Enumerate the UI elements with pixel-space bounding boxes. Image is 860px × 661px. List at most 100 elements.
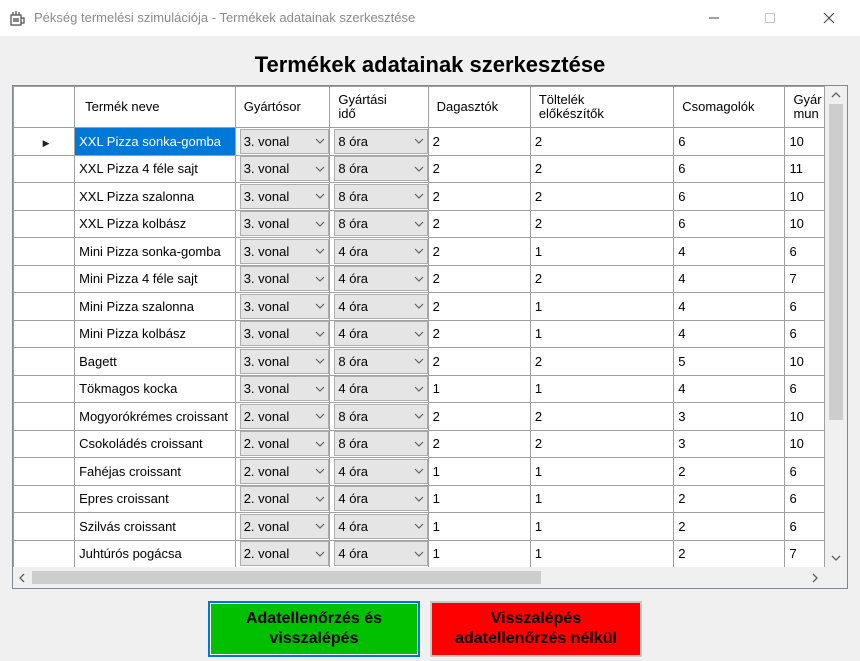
dropdown-arrow[interactable] bbox=[409, 404, 427, 428]
cell-toltelek[interactable]: 2 bbox=[529, 347, 675, 376]
cell-gyar[interactable]: 7 bbox=[784, 539, 825, 567]
dropdown-arrow[interactable] bbox=[311, 349, 328, 373]
cell-gyar[interactable]: 6 bbox=[784, 512, 825, 541]
column-header-line[interactable]: Gyártósor bbox=[234, 86, 331, 128]
cell-toltelek[interactable]: 2 bbox=[529, 154, 675, 183]
cell-dagasztok[interactable]: 1 bbox=[427, 374, 531, 403]
row-selector[interactable] bbox=[13, 512, 76, 541]
row-selector[interactable] bbox=[13, 429, 76, 458]
dropdown-arrow[interactable] bbox=[311, 459, 328, 483]
cell-production-line[interactable]: 2. vonal bbox=[234, 429, 331, 458]
cell-csomagolok[interactable]: 6 bbox=[673, 154, 786, 183]
scroll-right-button[interactable] bbox=[806, 567, 824, 588]
cell-dagasztok[interactable]: 2 bbox=[427, 182, 531, 211]
cell-product-name[interactable]: Epres croissant bbox=[74, 484, 236, 513]
table-row[interactable]: Mini Pizza sonka-gomba 3. vonal 4 óra 2 1 4 6 bbox=[13, 237, 825, 266]
table-row[interactable]: ▶ XXL Pizza sonka-gomba 3. vonal 8 óra 2 2 6 10 bbox=[13, 127, 825, 156]
table-row[interactable]: Mini Pizza kolbász 3. vonal 4 óra 2 1 4 6 bbox=[13, 319, 825, 348]
table-row[interactable]: Mini Pizza 4 féle sajt 3. vonal 4 óra 2 2 4 7 bbox=[13, 264, 825, 293]
cell-toltelek[interactable]: 1 bbox=[529, 484, 675, 513]
cell-gyar[interactable]: 10 bbox=[784, 429, 825, 458]
dropdown-arrow[interactable] bbox=[409, 487, 427, 511]
column-header-time[interactable]: Gyártási idő bbox=[329, 86, 429, 128]
cell-production-time[interactable]: 4 óra bbox=[329, 292, 429, 321]
cell-product-name[interactable]: XXL Pizza sonka-gomba bbox=[74, 127, 236, 156]
table-row[interactable]: XXL Pizza 4 féle sajt 3. vonal 8 óra 2 2 6 11 bbox=[13, 154, 825, 183]
cell-production-line[interactable]: 2. vonal bbox=[234, 512, 331, 541]
products-grid[interactable]: Termék neve Gyártósor Gyártási idő Dagas… bbox=[12, 85, 848, 589]
dropdown-arrow[interactable] bbox=[409, 294, 427, 318]
cell-production-time[interactable]: 8 óra bbox=[329, 154, 429, 183]
back-without-validation-button[interactable]: Visszalépés adatellenőrzés nélkül bbox=[430, 601, 642, 657]
table-row[interactable]: XXL Pizza szalonna 3. vonal 8 óra 2 2 6 10 bbox=[13, 182, 825, 211]
cell-csomagolok[interactable]: 2 bbox=[673, 512, 786, 541]
dropdown-arrow[interactable] bbox=[409, 459, 427, 483]
cell-dagasztok[interactable]: 2 bbox=[427, 237, 531, 266]
vertical-scrollbar[interactable] bbox=[825, 86, 847, 567]
cell-csomagolok[interactable]: 4 bbox=[673, 237, 786, 266]
dropdown-arrow[interactable] bbox=[311, 542, 328, 566]
cell-production-line[interactable]: 3. vonal bbox=[234, 319, 331, 348]
table-row[interactable]: Csokoládés croissant 2. vonal 8 óra 2 2 3 10 bbox=[13, 429, 825, 458]
cell-dagasztok[interactable]: 1 bbox=[427, 457, 531, 486]
cell-toltelek[interactable]: 2 bbox=[529, 209, 675, 238]
dropdown-arrow[interactable] bbox=[409, 157, 427, 181]
row-selector[interactable] bbox=[13, 539, 76, 567]
dropdown-arrow[interactable] bbox=[311, 184, 328, 208]
dropdown-arrow[interactable] bbox=[409, 514, 427, 538]
dropdown-arrow[interactable] bbox=[311, 487, 328, 511]
cell-production-time[interactable]: 8 óra bbox=[329, 209, 429, 238]
dropdown-arrow[interactable] bbox=[311, 239, 328, 263]
cell-production-line[interactable]: 3. vonal bbox=[234, 154, 331, 183]
cell-product-name[interactable]: Mini Pizza 4 féle sajt bbox=[74, 264, 236, 293]
cell-dagasztok[interactable]: 2 bbox=[427, 127, 531, 156]
table-row[interactable]: Fahéjas croissant 2. vonal 4 óra 1 1 2 6 bbox=[13, 457, 825, 486]
table-row[interactable]: Szilvás croissant 2. vonal 4 óra 1 1 2 6 bbox=[13, 512, 825, 541]
cell-production-line[interactable]: 2. vonal bbox=[234, 484, 331, 513]
cell-toltelek[interactable]: 2 bbox=[529, 429, 675, 458]
cell-production-time[interactable]: 8 óra bbox=[329, 347, 429, 376]
row-selector[interactable] bbox=[13, 374, 76, 403]
cell-dagasztok[interactable]: 2 bbox=[427, 319, 531, 348]
cell-gyar[interactable]: 6 bbox=[784, 237, 825, 266]
cell-csomagolok[interactable]: 6 bbox=[673, 182, 786, 211]
dropdown-arrow[interactable] bbox=[409, 267, 427, 291]
column-header-name[interactable]: Termék neve bbox=[74, 86, 236, 128]
row-selector[interactable] bbox=[13, 347, 76, 376]
validate-and-back-button[interactable]: Adatellenőrzés és visszalépés bbox=[208, 601, 420, 657]
cell-production-time[interactable]: 4 óra bbox=[329, 512, 429, 541]
cell-product-name[interactable]: Tökmagos kocka bbox=[74, 374, 236, 403]
dropdown-arrow[interactable] bbox=[311, 404, 328, 428]
cell-toltelek[interactable]: 1 bbox=[529, 319, 675, 348]
cell-toltelek[interactable]: 1 bbox=[529, 539, 675, 567]
vertical-scroll-thumb[interactable] bbox=[829, 104, 843, 420]
dropdown-arrow[interactable] bbox=[311, 432, 328, 456]
column-header-toltelek[interactable]: Töltelék előkészítők bbox=[529, 86, 675, 128]
cell-dagasztok[interactable]: 2 bbox=[427, 154, 531, 183]
cell-product-name[interactable]: Fahéjas croissant bbox=[74, 457, 236, 486]
cell-gyar[interactable]: 10 bbox=[784, 209, 825, 238]
cell-production-time[interactable]: 4 óra bbox=[329, 237, 429, 266]
cell-production-time[interactable]: 8 óra bbox=[329, 182, 429, 211]
cell-csomagolok[interactable]: 2 bbox=[673, 457, 786, 486]
dropdown-arrow[interactable] bbox=[409, 129, 427, 153]
cell-gyar[interactable]: 7 bbox=[784, 264, 825, 293]
column-header-dagasztok[interactable]: Dagasztók bbox=[427, 86, 531, 128]
horizontal-scroll-thumb[interactable] bbox=[32, 571, 541, 584]
dropdown-arrow[interactable] bbox=[409, 542, 427, 566]
cell-dagasztok[interactable]: 1 bbox=[427, 512, 531, 541]
dropdown-arrow[interactable] bbox=[311, 294, 328, 318]
column-header-csomagolok[interactable]: Csomagolók bbox=[673, 86, 786, 128]
scroll-left-button[interactable] bbox=[13, 567, 31, 588]
cell-product-name[interactable]: Csokoládés croissant bbox=[74, 429, 236, 458]
cell-production-line[interactable]: 3. vonal bbox=[234, 347, 331, 376]
cell-production-time[interactable]: 4 óra bbox=[329, 264, 429, 293]
cell-dagasztok[interactable]: 2 bbox=[427, 402, 531, 431]
table-row[interactable]: Mogyorókrémes croissant 2. vonal 8 óra 2 2 3 1… bbox=[13, 402, 825, 431]
cell-csomagolok[interactable]: 6 bbox=[673, 127, 786, 156]
dropdown-arrow[interactable] bbox=[409, 184, 427, 208]
cell-production-time[interactable]: 8 óra bbox=[329, 429, 429, 458]
dropdown-arrow[interactable] bbox=[409, 212, 427, 236]
dropdown-arrow[interactable] bbox=[409, 432, 427, 456]
cell-production-time[interactable]: 4 óra bbox=[329, 484, 429, 513]
